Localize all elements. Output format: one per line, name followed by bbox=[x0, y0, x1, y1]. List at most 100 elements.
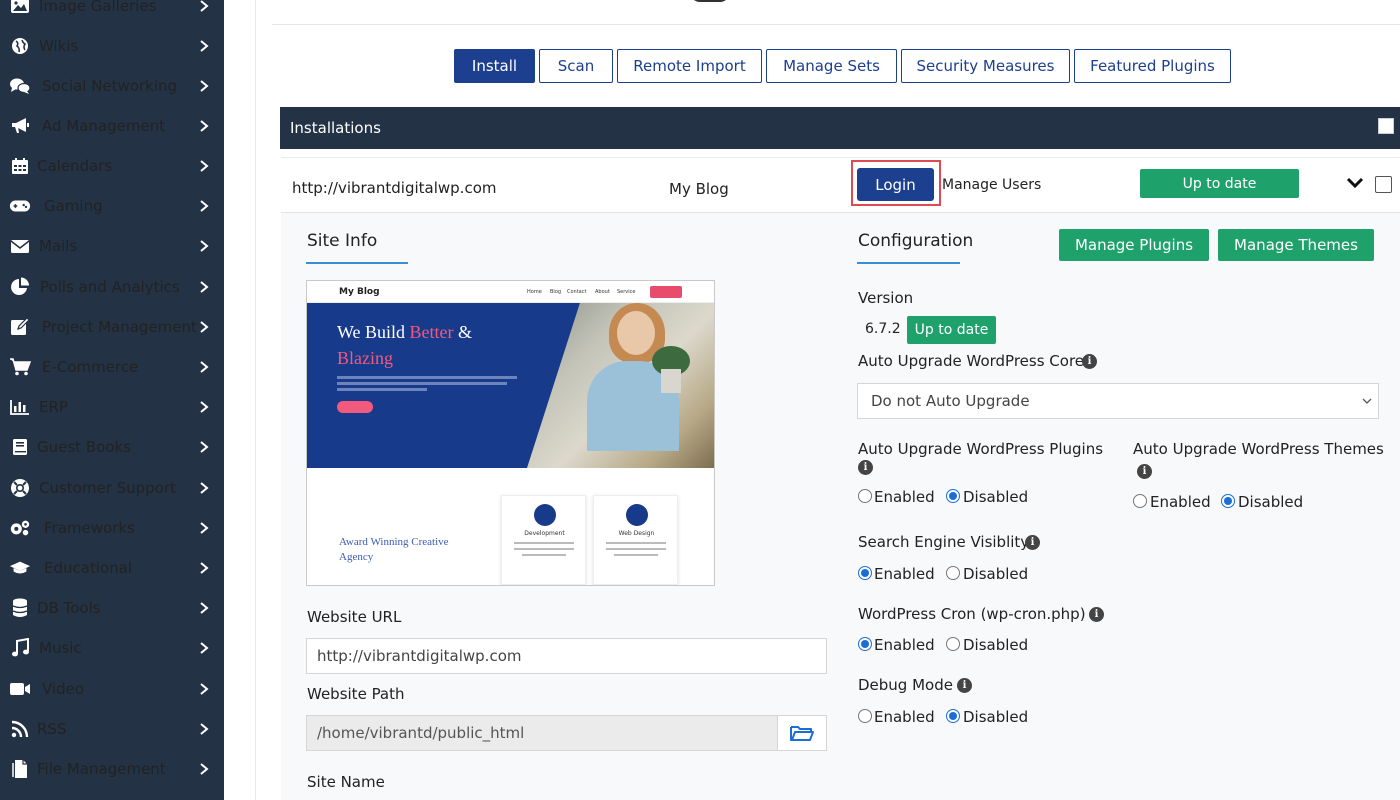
installation-url[interactable]: http://vibrantdigitalwp.com bbox=[292, 179, 496, 197]
preview-menu-item: Service bbox=[617, 289, 636, 295]
preview-headline: We Build Better & Blazing bbox=[337, 322, 473, 368]
site-name-label: Site Name bbox=[307, 773, 385, 791]
debug-disabled-radio[interactable] bbox=[946, 709, 960, 723]
sidebar-item-label: Educational bbox=[44, 559, 133, 577]
search-enabled-radio[interactable] bbox=[858, 566, 872, 580]
chevron-right-icon bbox=[200, 642, 209, 654]
website-path-input[interactable]: /home/vibrantd/public_html bbox=[306, 715, 778, 751]
version-status-badge: Up to date bbox=[907, 316, 996, 344]
sidebar-item-label: Guest Books bbox=[37, 438, 131, 456]
chevron-right-icon bbox=[200, 160, 209, 172]
graduation-cap-icon bbox=[9, 557, 31, 579]
chevron-right-icon bbox=[200, 240, 209, 252]
sidebar-item-erp[interactable]: ERP bbox=[0, 387, 224, 427]
preview-logo: My Blog bbox=[339, 287, 380, 297]
auto-upgrade-themes-label: Auto Upgrade WordPress Themes bbox=[1133, 440, 1384, 458]
sidebar-item-wikis[interactable]: Wikis bbox=[0, 26, 224, 66]
calendar-icon bbox=[9, 155, 31, 177]
sidebar-item-label: Image Galleries bbox=[39, 0, 157, 15]
video-icon bbox=[9, 678, 31, 700]
sidebar-item-frameworks[interactable]: Frameworks bbox=[0, 508, 224, 548]
website-url-label: Website URL bbox=[307, 608, 402, 626]
chevron-right-icon bbox=[200, 120, 209, 132]
sidebar-item-label: Polls and Analytics bbox=[40, 278, 180, 296]
auto-upgrade-plugins-label: Auto Upgrade WordPress Plugins bbox=[858, 440, 1104, 458]
sidebar-item-mails[interactable]: Mails bbox=[0, 226, 224, 266]
tab-featured-plugins[interactable]: Featured Plugins bbox=[1074, 49, 1231, 83]
themes-disabled-label: Disabled bbox=[1238, 493, 1304, 511]
version-value: 6.7.2 bbox=[865, 321, 901, 337]
select-all-checkbox[interactable] bbox=[1378, 118, 1394, 134]
tab-install[interactable]: Install bbox=[454, 49, 535, 83]
info-icon[interactable]: i bbox=[1082, 354, 1097, 369]
rss-icon bbox=[9, 718, 31, 740]
info-icon[interactable]: i bbox=[1025, 535, 1040, 550]
manage-themes-button[interactable]: Manage Themes bbox=[1218, 229, 1374, 261]
preview-person-head bbox=[617, 311, 655, 355]
sidebar-item-file-management[interactable]: File Management bbox=[0, 749, 224, 789]
preview-nav: My Blog Home Blog Contact About Service bbox=[307, 281, 714, 303]
megaphone-icon bbox=[9, 115, 31, 137]
tab-remote-import[interactable]: Remote Import bbox=[617, 49, 762, 83]
sidebar-item-video[interactable]: Video bbox=[0, 669, 224, 709]
wp-cron-label: WordPress Cron (wp-cron.php) bbox=[858, 605, 1086, 623]
sidebar-item-customer-support[interactable]: Customer Support bbox=[0, 468, 224, 508]
plugins-enabled-radio[interactable] bbox=[858, 489, 872, 503]
search-disabled-radio[interactable] bbox=[946, 566, 960, 580]
tab-manage-sets[interactable]: Manage Sets bbox=[766, 49, 897, 83]
sidebar-item-db-tools[interactable]: DB Tools bbox=[0, 588, 224, 628]
installation-checkbox[interactable] bbox=[1375, 176, 1392, 193]
sidebar-item-calendars[interactable]: Calendars bbox=[0, 146, 224, 186]
music-icon bbox=[9, 637, 31, 659]
gamepad-icon bbox=[9, 195, 31, 217]
sidebar-item-educational[interactable]: Educational bbox=[0, 548, 224, 588]
browse-folder-button[interactable] bbox=[777, 715, 827, 751]
sidebar-item-project-management[interactable]: Project Management bbox=[0, 307, 224, 347]
sidebar-item-gaming[interactable]: Gaming bbox=[0, 186, 224, 226]
info-icon[interactable]: i bbox=[1089, 607, 1104, 622]
sidebar: Image Galleries Wikis Social Networking Ad … bbox=[0, 0, 224, 800]
plugins-disabled-radio[interactable] bbox=[946, 489, 960, 503]
auto-upgrade-core-select[interactable]: Do not Auto Upgrade bbox=[857, 383, 1379, 419]
tab-security-measures[interactable]: Security Measures bbox=[901, 49, 1070, 83]
file-icon bbox=[9, 758, 31, 780]
tab-scan[interactable]: Scan bbox=[539, 49, 613, 83]
sidebar-item-ad-management[interactable]: Ad Management bbox=[0, 106, 224, 146]
themes-enabled-radio[interactable] bbox=[1133, 494, 1147, 508]
login-button[interactable]: Login bbox=[857, 168, 934, 201]
website-url-input[interactable]: http://vibrantdigitalwp.com bbox=[306, 638, 827, 674]
manage-users-link[interactable]: Manage Users bbox=[942, 177, 1041, 193]
sidebar-item-polls-and-analytics[interactable]: Polls and Analytics bbox=[0, 267, 224, 307]
info-icon[interactable]: i bbox=[858, 460, 873, 475]
sidebar-item-e-commerce[interactable]: E-Commerce bbox=[0, 347, 224, 387]
info-icon[interactable]: i bbox=[1137, 464, 1152, 479]
book-icon bbox=[9, 436, 31, 458]
preview-card-development: Development bbox=[501, 495, 586, 585]
sidebar-gutter bbox=[224, 0, 256, 800]
manage-plugins-button[interactable]: Manage Plugins bbox=[1059, 229, 1209, 261]
installations-title: Installations bbox=[290, 119, 381, 137]
cron-disabled-radio[interactable] bbox=[946, 637, 960, 651]
chevron-right-icon bbox=[200, 441, 209, 453]
sidebar-item-music[interactable]: Music bbox=[0, 628, 224, 668]
sidebar-item-label: RSS bbox=[37, 720, 67, 738]
globe-icon bbox=[9, 35, 31, 57]
pie-chart-icon bbox=[9, 276, 31, 298]
sidebar-item-guest-books[interactable]: Guest Books bbox=[0, 427, 224, 467]
chevron-right-icon bbox=[200, 522, 209, 534]
debug-enabled-radio[interactable] bbox=[858, 709, 872, 723]
configuration-underline bbox=[857, 262, 960, 264]
chevron-down-icon[interactable] bbox=[1346, 177, 1364, 189]
lifebuoy-icon bbox=[9, 477, 31, 499]
installations-header: Installations bbox=[280, 107, 1400, 149]
sidebar-item-image-galleries[interactable]: Image Galleries bbox=[0, 0, 224, 26]
info-icon[interactable]: i bbox=[957, 678, 972, 693]
search-disabled-label: Disabled bbox=[963, 565, 1029, 583]
cron-enabled-radio[interactable] bbox=[858, 637, 872, 651]
chevron-right-icon bbox=[200, 80, 209, 92]
sidebar-item-rss[interactable]: RSS bbox=[0, 709, 224, 749]
mail-icon bbox=[9, 235, 31, 257]
themes-disabled-radio[interactable] bbox=[1221, 494, 1235, 508]
sidebar-item-social-networking[interactable]: Social Networking bbox=[0, 66, 224, 106]
sidebar-item-label: Project Management bbox=[42, 318, 197, 336]
